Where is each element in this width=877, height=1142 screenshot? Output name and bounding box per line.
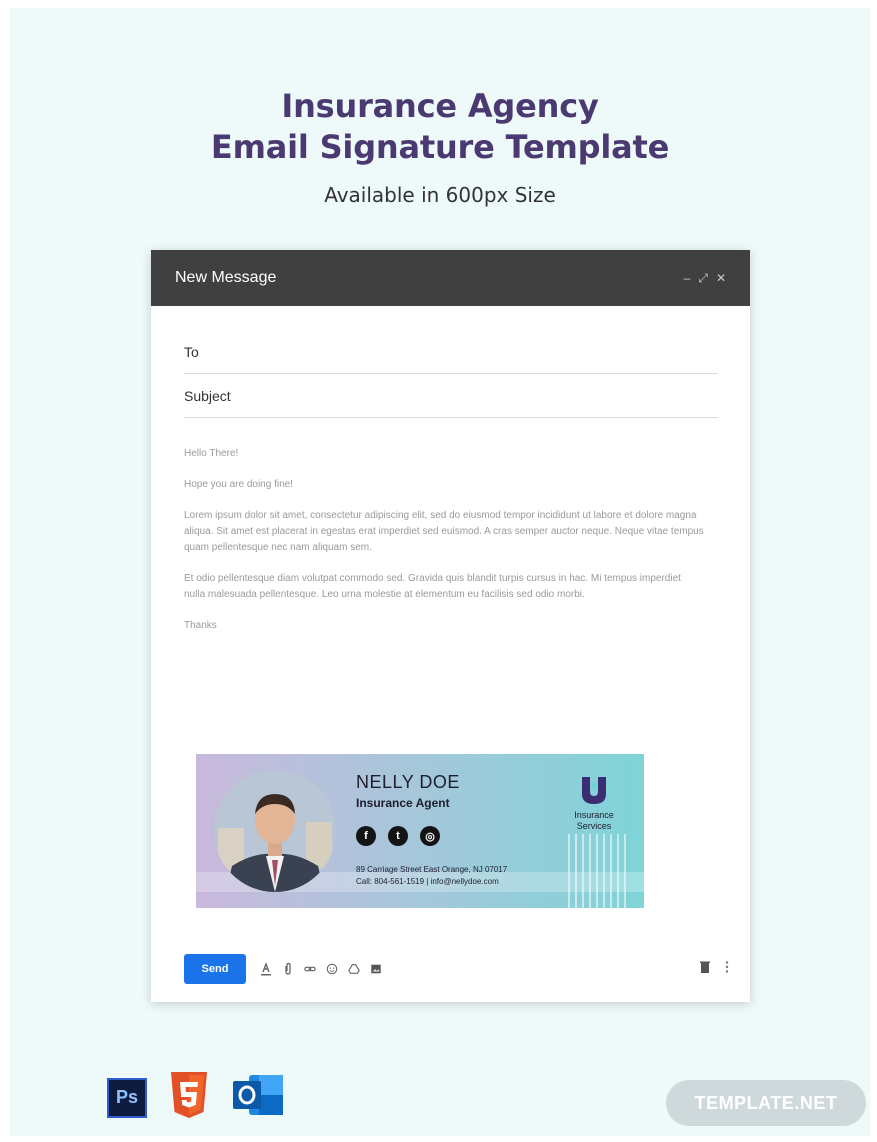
body-paragraph: Lorem ipsum dolor sit amet, consectetur … (184, 510, 704, 553)
instagram-icon[interactable]: ◎ (420, 826, 440, 846)
facebook-icon[interactable]: f (356, 826, 376, 846)
signature-contact: 89 Carriage Street East Orange, NJ 07017… (356, 864, 507, 888)
photo-icon[interactable] (370, 962, 382, 976)
outlook-icon (231, 1071, 285, 1124)
expand-icon[interactable]: ⤢ (698, 271, 708, 286)
right-tools (699, 960, 729, 979)
more-options-icon[interactable] (725, 960, 729, 979)
shield-logo-icon (582, 777, 606, 804)
body-paragraph: Et odio pellentesque diam volutpat commo… (184, 573, 681, 600)
avatar (214, 770, 336, 892)
app-icons: Ps (107, 1071, 285, 1124)
attach-icon[interactable] (282, 962, 294, 976)
decorative-stripes (568, 834, 630, 908)
photoshop-icon: Ps (107, 1077, 147, 1118)
page-title: Insurance Agency Email Signature Templat… (10, 86, 870, 168)
close-icon[interactable]: ✕ (716, 271, 726, 286)
logo-text-line: Insurance (574, 810, 614, 820)
subject-field[interactable]: Subject (184, 374, 718, 418)
logo-text: Insurance Services (561, 810, 627, 832)
signature-name: NELLY DOE (356, 772, 460, 792)
signature-address: 89 Carriage Street East Orange, NJ 07017 (356, 865, 508, 874)
twitter-icon[interactable]: t (388, 826, 408, 846)
html5-icon (168, 1072, 210, 1123)
format-text-icon[interactable] (260, 962, 272, 976)
compose-window: New Message – ⤢ ✕ To Subject Hello There… (151, 250, 750, 1002)
subtitle: Available in 600px Size (324, 183, 556, 207)
body-paragraph: Hope you are doing fine! (184, 479, 293, 490)
company-logo: Insurance Services (561, 774, 627, 832)
body-paragraph: Thanks (184, 620, 217, 631)
compose-titlebar: New Message – ⤢ ✕ (151, 250, 750, 306)
to-field[interactable]: To (184, 330, 718, 374)
title-line-2: Email Signature Template (210, 128, 670, 166)
compose-toolbar: Send (184, 954, 729, 984)
trash-icon[interactable] (699, 960, 711, 979)
window-controls: – ⤢ ✕ (684, 271, 726, 286)
formatting-tools (260, 962, 382, 976)
send-button[interactable]: Send (184, 954, 246, 984)
message-body[interactable]: Hello There! Hope you are doing fine! Lo… (184, 446, 704, 649)
logo-text-line: Services (576, 821, 612, 831)
link-icon[interactable] (304, 962, 316, 976)
minimize-icon[interactable]: – (684, 271, 691, 286)
body-paragraph: Hello There! (184, 448, 239, 459)
signature-title: Insurance Agent (356, 796, 450, 810)
compose-title: New Message (175, 269, 277, 286)
drive-icon[interactable] (348, 962, 360, 976)
email-signature: NELLY DOE Insurance Agent f t ◎ 89 Carri… (196, 754, 644, 908)
brand-badge: TEMPLATE.NET (666, 1080, 866, 1126)
social-links: f t ◎ (356, 826, 440, 846)
signature-phone-email: Call: 804-561-1519 | info@nellydoe.com (356, 877, 499, 886)
emoji-icon[interactable] (326, 962, 338, 976)
title-line-1: Insurance Agency (281, 87, 599, 125)
